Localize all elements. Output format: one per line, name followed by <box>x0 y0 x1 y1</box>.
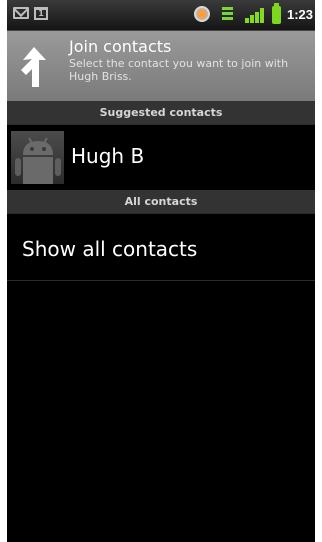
title-bar: Join contacts Select the contact you wan… <box>7 31 315 101</box>
clock: 1:23 <box>286 7 313 22</box>
suggested-contacts-header: Suggested contacts <box>7 101 315 125</box>
battery-icon <box>272 3 281 24</box>
all-contacts-header: All contacts <box>7 190 315 214</box>
show-all-contacts-button[interactable]: Show all contacts <box>7 214 315 281</box>
status-bar: 1 1:23 <box>7 0 315 31</box>
gmail-icon <box>13 7 29 19</box>
gps-icon <box>194 6 210 22</box>
contact-name: Hugh B <box>71 144 145 168</box>
android-avatar-icon <box>11 131 64 184</box>
data-icon <box>221 7 235 23</box>
title-text: Join contacts Select the contact you wan… <box>69 37 313 83</box>
up-arrow-icon[interactable] <box>21 45 51 89</box>
show-all-contacts-label: Show all contacts <box>22 237 198 261</box>
page-subtitle: Select the contact you want to join with… <box>69 57 289 83</box>
phone-screen: 1 1:23 Join contacts Select the contact … <box>7 0 315 542</box>
signal-icon <box>245 8 265 23</box>
calendar-icon: 1 <box>34 7 48 20</box>
contact-row[interactable]: Hugh B <box>7 125 315 190</box>
page-title: Join contacts <box>69 37 172 56</box>
